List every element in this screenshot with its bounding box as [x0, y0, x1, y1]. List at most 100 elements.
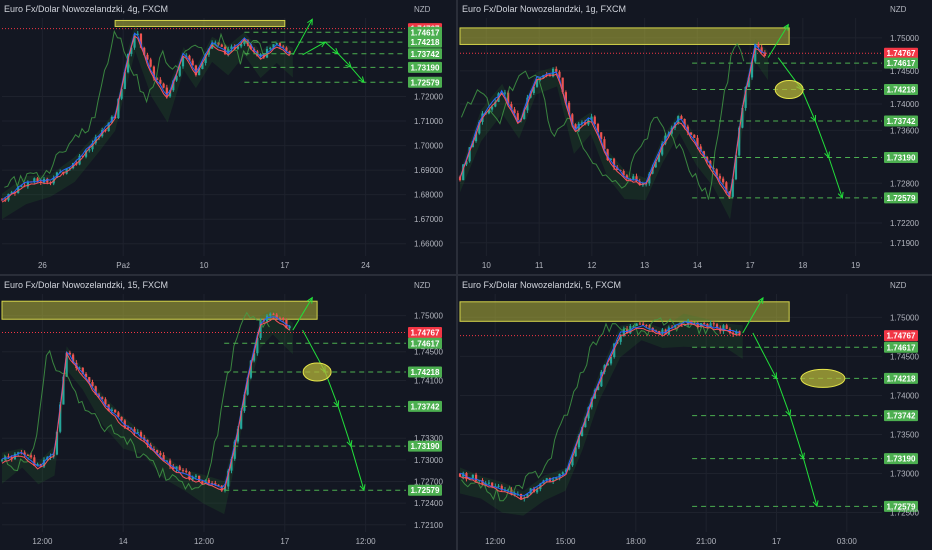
candle-body: [26, 454, 29, 456]
y-tick-label: 1.70000: [414, 142, 443, 151]
candle-body: [178, 466, 181, 471]
candle-body: [680, 325, 683, 327]
x-tick-label: 19: [851, 261, 860, 270]
y-tick-label: 1.72400: [414, 499, 443, 508]
y-tick-label: 1.74500: [890, 67, 919, 76]
y-tick-label: 1.72500: [890, 508, 919, 517]
y-tick-label: 1.73500: [890, 430, 919, 439]
candle-body: [555, 68, 558, 72]
x-tick-label: 18: [798, 261, 807, 270]
target-ellipse: [774, 80, 804, 100]
candle-body: [645, 325, 648, 327]
current-price-badge: 1.74767: [884, 47, 918, 59]
candle-body: [159, 79, 162, 84]
badge-label: 1.73190: [411, 442, 440, 451]
candle-body: [159, 452, 162, 456]
y-tick-label: 1.72800: [890, 179, 919, 188]
candle-body: [593, 116, 596, 125]
resistance-zone: [459, 301, 790, 322]
candle-body: [487, 482, 491, 484]
x-tick-label: 14: [693, 261, 702, 270]
unit-label: NZD: [414, 281, 431, 290]
chart-title: Euro Fx/Dolar Nowozelandzki, 4g, FXCM: [4, 4, 168, 14]
x-tick-label: 24: [361, 261, 370, 270]
resistance-zone: [114, 19, 286, 27]
candle-body: [718, 175, 722, 179]
x-tick-label: 12:00: [194, 537, 215, 546]
candle-body: [181, 470, 185, 472]
y-tick-label: 1.74500: [414, 348, 443, 357]
target-ellipse: [302, 362, 332, 382]
level-badge: 1.73190: [884, 151, 918, 163]
candle-body: [561, 472, 564, 474]
chart-title: Euro Fx/Dolar Nowozelandzki, 1g, FXCM: [462, 4, 626, 14]
y-tick-label: 1.71000: [414, 117, 443, 126]
chart-title: Euro Fx/Dolar Nowozelandzki, 5, FXCM: [462, 280, 621, 290]
x-tick-label: 17: [280, 261, 289, 270]
level-badge: 1.74617: [408, 26, 442, 38]
badge-label: 1.73742: [887, 412, 916, 421]
badge-label: 1.73742: [887, 117, 916, 126]
y-tick-label: 1.72200: [890, 219, 919, 228]
badge-label: 1.72579: [411, 486, 440, 495]
badge-label: 1.74617: [887, 343, 916, 352]
level-badge: 1.73190: [408, 61, 442, 73]
x-tick-label: 10: [200, 261, 209, 270]
y-tick-label: 1.74500: [890, 352, 919, 361]
badge-label: 1.73742: [411, 50, 440, 59]
y-tick-label: 1.74000: [890, 391, 919, 400]
y-tick-label: 1.69000: [414, 166, 443, 175]
candle-body: [114, 409, 117, 413]
level-badge: 1.73742: [884, 115, 918, 127]
x-tick-label: 17: [772, 537, 781, 546]
candle-body: [207, 479, 210, 484]
candle-body: [474, 474, 478, 481]
candle-body: [725, 325, 728, 329]
candle-body: [282, 318, 285, 320]
y-tick-label: 1.73300: [414, 434, 443, 443]
candle-body: [220, 44, 223, 47]
y-tick-label: 1.68000: [414, 191, 443, 200]
badge-label: 1.72579: [411, 78, 440, 87]
level-badge: 1.73742: [884, 410, 918, 422]
x-tick-label: 26: [38, 261, 47, 270]
x-tick-label: Paź: [116, 261, 130, 270]
level-badge: 1.73742: [408, 48, 442, 60]
chart-title: Euro Fx/Dolar Nowozelandzki, 15, FXCM: [4, 280, 168, 290]
y-tick-label: 1.72000: [414, 93, 443, 102]
y-tick-label: 1.73000: [414, 456, 443, 465]
y-tick-label: 1.75000: [414, 312, 443, 321]
candle-body: [194, 475, 198, 477]
candle-body: [497, 485, 500, 487]
resistance-zone: [459, 27, 790, 45]
y-tick-label: 1.72700: [414, 478, 443, 487]
x-tick-label: 17: [746, 261, 755, 270]
y-tick-label: 1.74000: [890, 100, 919, 109]
level-badge: 1.74617: [884, 341, 918, 353]
candle-body: [632, 176, 635, 180]
y-tick-label: 1.75000: [890, 34, 919, 43]
x-tick-label: 13: [640, 261, 649, 270]
x-tick-label: 11: [535, 261, 544, 270]
badge-label: 1.73190: [411, 63, 440, 72]
y-tick-label: 1.66000: [414, 240, 443, 249]
badge-label: 1.74617: [411, 28, 440, 37]
x-tick-label: 12:00: [485, 537, 506, 546]
y-tick-label: 1.74100: [414, 377, 443, 386]
badge-label: 1.74767: [411, 328, 440, 337]
candle-body: [712, 323, 715, 325]
badge-label: 1.74767: [887, 49, 916, 58]
candle-body: [185, 470, 188, 473]
x-tick-label: 14: [119, 537, 128, 546]
level-badge: 1.74218: [884, 372, 918, 384]
badge-label: 1.73742: [411, 402, 440, 411]
candle-body: [680, 116, 683, 119]
level-badge: 1.72579: [884, 192, 918, 204]
current-price-badge: 1.74767: [408, 326, 442, 338]
y-tick-label: 1.71900: [890, 239, 919, 248]
x-tick-label: 18:00: [626, 537, 647, 546]
candle-body: [278, 317, 282, 319]
candle-body: [693, 134, 696, 138]
level-badge: 1.74218: [408, 36, 442, 48]
x-tick-label: 12:00: [356, 537, 377, 546]
